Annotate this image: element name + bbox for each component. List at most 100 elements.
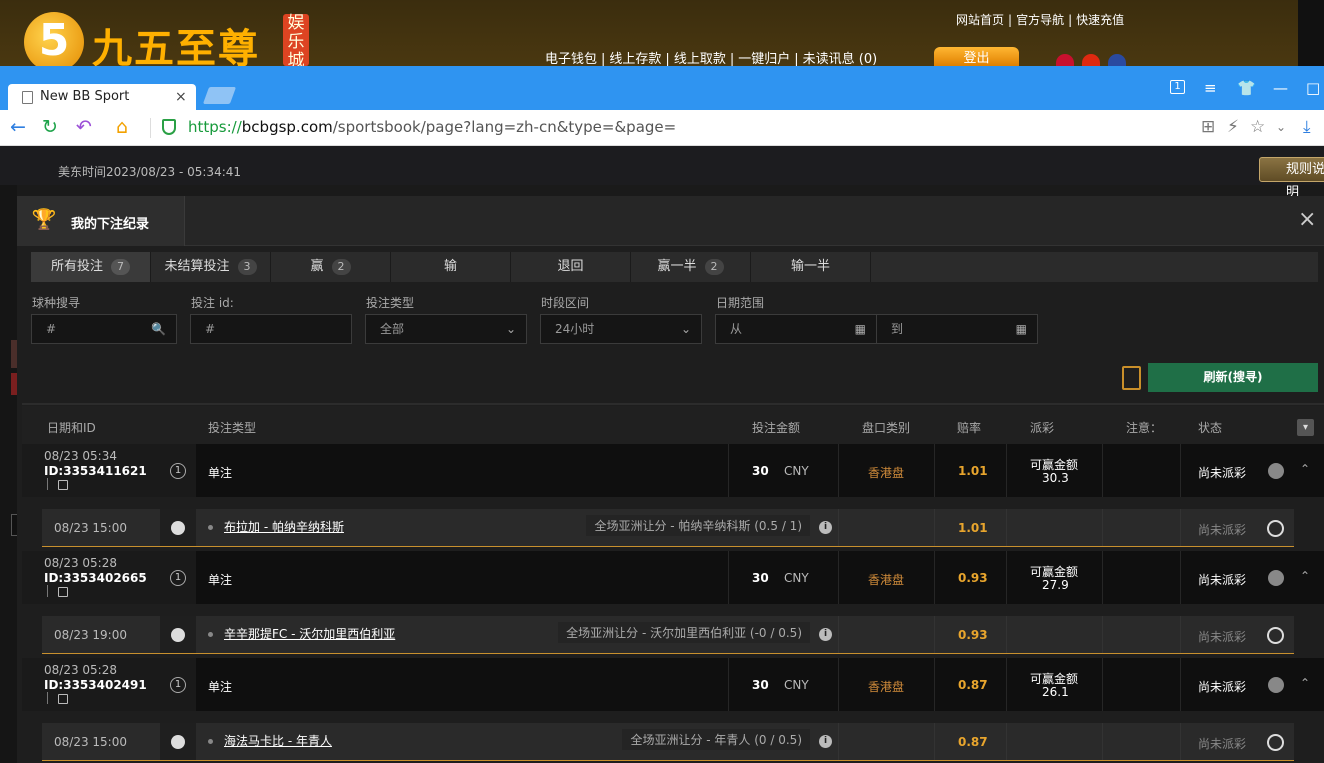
maximize-icon[interactable]: □ [1306, 78, 1320, 98]
bet-currency: CNY [784, 678, 809, 692]
dropdown-icon[interactable]: ⌄ [1276, 116, 1286, 138]
collapse-all-icon[interactable]: ▾ [1297, 419, 1314, 436]
copy-icon[interactable] [58, 587, 68, 597]
browser-tab-bar [0, 66, 1324, 110]
tab-count-icon[interactable]: 1 [1170, 80, 1185, 94]
period-select[interactable]: 24小时 ⌄ [540, 314, 702, 344]
match-link[interactable]: 辛辛那提FC - 沃尔加里西伯利亚 [224, 625, 395, 642]
bet-amount: 30 [752, 464, 769, 478]
home-icon[interactable]: ⌂ [116, 114, 128, 140]
copy-icon[interactable] [58, 480, 68, 490]
download-icon[interactable]: ⤓ [1303, 116, 1311, 138]
cell-divider [1006, 551, 1007, 604]
reload-icon[interactable]: ↻ [42, 114, 58, 140]
clock-icon[interactable] [1267, 520, 1284, 537]
link-home[interactable]: 网站首页 [956, 13, 1004, 27]
id-tick [47, 478, 48, 490]
chevron-up-icon[interactable]: ⌃ [1300, 676, 1310, 690]
cell-divider [1180, 658, 1181, 711]
bookmark-star-icon[interactable]: ☆ [1250, 116, 1265, 138]
search-icon[interactable]: 🔍 [151, 315, 166, 343]
bet-count-icon: 1 [170, 570, 186, 586]
id-tick [47, 692, 48, 704]
minimize-icon[interactable]: — [1273, 78, 1288, 98]
tab-all-bets[interactable]: 所有投注 7 [31, 252, 151, 282]
menu-icon[interactable]: ≡ [1204, 78, 1217, 98]
info-icon[interactable]: i [819, 735, 832, 748]
date-from-input[interactable]: 从 ▦ [715, 314, 877, 344]
clock-icon[interactable] [1267, 734, 1284, 751]
info-icon[interactable]: i [819, 628, 832, 641]
cell-divider [934, 509, 935, 546]
clipboard-icon[interactable] [1122, 366, 1141, 390]
flag-hk-icon[interactable] [1056, 54, 1074, 66]
flag-us-icon[interactable] [1108, 54, 1126, 66]
link-consolidate[interactable]: 一键归户 [738, 52, 790, 67]
bullet-dot [208, 632, 213, 637]
tab-lost[interactable]: 输 [391, 252, 511, 282]
col-bet-type: 投注类型 [208, 421, 257, 435]
copy-icon[interactable] [58, 694, 68, 704]
browser-tab-active[interactable]: New BB Sport [8, 84, 196, 110]
document-icon [22, 91, 33, 104]
info-icon[interactable]: i [819, 521, 832, 534]
link-messages[interactable]: 未读讯息 (0) [803, 52, 878, 67]
match-link[interactable]: 布拉加 - 帕纳辛纳科斯 [224, 518, 344, 535]
site-account-links: 电子钱包 | 线上存款 | 线上取款 | 一键归户 | 未读讯息 (0) [545, 52, 878, 67]
cell-divider [1102, 509, 1103, 546]
rules-button[interactable]: 规则说明 [1259, 157, 1324, 200]
cell-divider [1006, 509, 1007, 546]
site-logo-icon[interactable]: 5 [24, 12, 84, 72]
tab-half-won[interactable]: 赢一半 2 [631, 252, 751, 282]
bet-type-select[interactable]: 全部 ⌄ [365, 314, 527, 344]
refresh-search-button[interactable]: 刷新(搜寻) [1148, 363, 1318, 392]
tab-half-lost[interactable]: 输一半 [751, 252, 871, 282]
chevron-up-icon[interactable]: ⌃ [1300, 462, 1310, 476]
flag-cn-icon[interactable] [1082, 54, 1100, 66]
skin-icon[interactable]: 👕 [1237, 78, 1256, 98]
date-to-input[interactable]: 到 ▦ [876, 314, 1038, 344]
calendar-icon[interactable]: ▦ [1016, 315, 1027, 343]
col-payout: 派彩 [1030, 421, 1055, 435]
bet-currency: CNY [784, 571, 809, 585]
match-link[interactable]: 海法马卡比 - 年青人 [224, 732, 332, 749]
clock-icon [1268, 463, 1284, 479]
link-deposit[interactable]: 线上存款 [609, 52, 661, 67]
link-withdraw[interactable]: 线上取款 [674, 52, 726, 67]
clock-icon[interactable] [1267, 627, 1284, 644]
bet-market: 香港盘 [868, 573, 905, 587]
link-recharge[interactable]: 快速充值 [1076, 13, 1124, 27]
bet-odds: 0.87 [958, 678, 988, 692]
url-field[interactable]: https://bcbgsp.com/sportsbook/page?lang=… [188, 118, 676, 136]
handicap-label: 全场亚洲让分 - 帕纳辛纳科斯 (0.5 / 1) [586, 515, 810, 536]
tab-refunded[interactable]: 退回 [511, 252, 631, 282]
secure-shield-icon [162, 119, 176, 135]
tab-count: 7 [111, 259, 130, 275]
period-label: 时段区间 [541, 296, 590, 310]
close-icon[interactable]: × [1298, 208, 1316, 232]
calendar-icon[interactable]: ▦ [855, 315, 866, 343]
cell-divider [838, 551, 839, 604]
bet-id-input[interactable]: # [190, 314, 352, 344]
page-left-gutter [0, 185, 17, 763]
qr-icon[interactable]: ⊞ [1201, 116, 1215, 138]
link-nav[interactable]: 官方导航 [1016, 13, 1064, 27]
bet-type-label: 投注类型 [366, 296, 415, 310]
lightning-icon[interactable]: ⚡ [1227, 116, 1239, 138]
col-amount: 投注金额 [752, 421, 801, 435]
tab-unsettled[interactable]: 未结算投注 3 [151, 252, 271, 282]
undo-icon[interactable]: ↶ [76, 114, 92, 140]
tab-close-icon[interactable]: × [175, 84, 187, 110]
cell-divider [934, 551, 935, 604]
link-wallet[interactable]: 电子钱包 [545, 52, 597, 67]
soccer-ball-icon [171, 735, 185, 749]
match-date: 08/23 19:00 [54, 628, 127, 642]
cell-divider [728, 658, 729, 711]
bet-status: 尚未派彩 [1198, 466, 1247, 480]
sport-search-input[interactable]: # 🔍 [31, 314, 177, 344]
chevron-up-icon[interactable]: ⌃ [1300, 569, 1310, 583]
logout-button[interactable]: 登出 [934, 47, 1019, 66]
back-icon[interactable]: ← [10, 114, 26, 140]
tab-won[interactable]: 赢2 [271, 252, 391, 282]
col-market: 盘口类别 [862, 421, 911, 435]
